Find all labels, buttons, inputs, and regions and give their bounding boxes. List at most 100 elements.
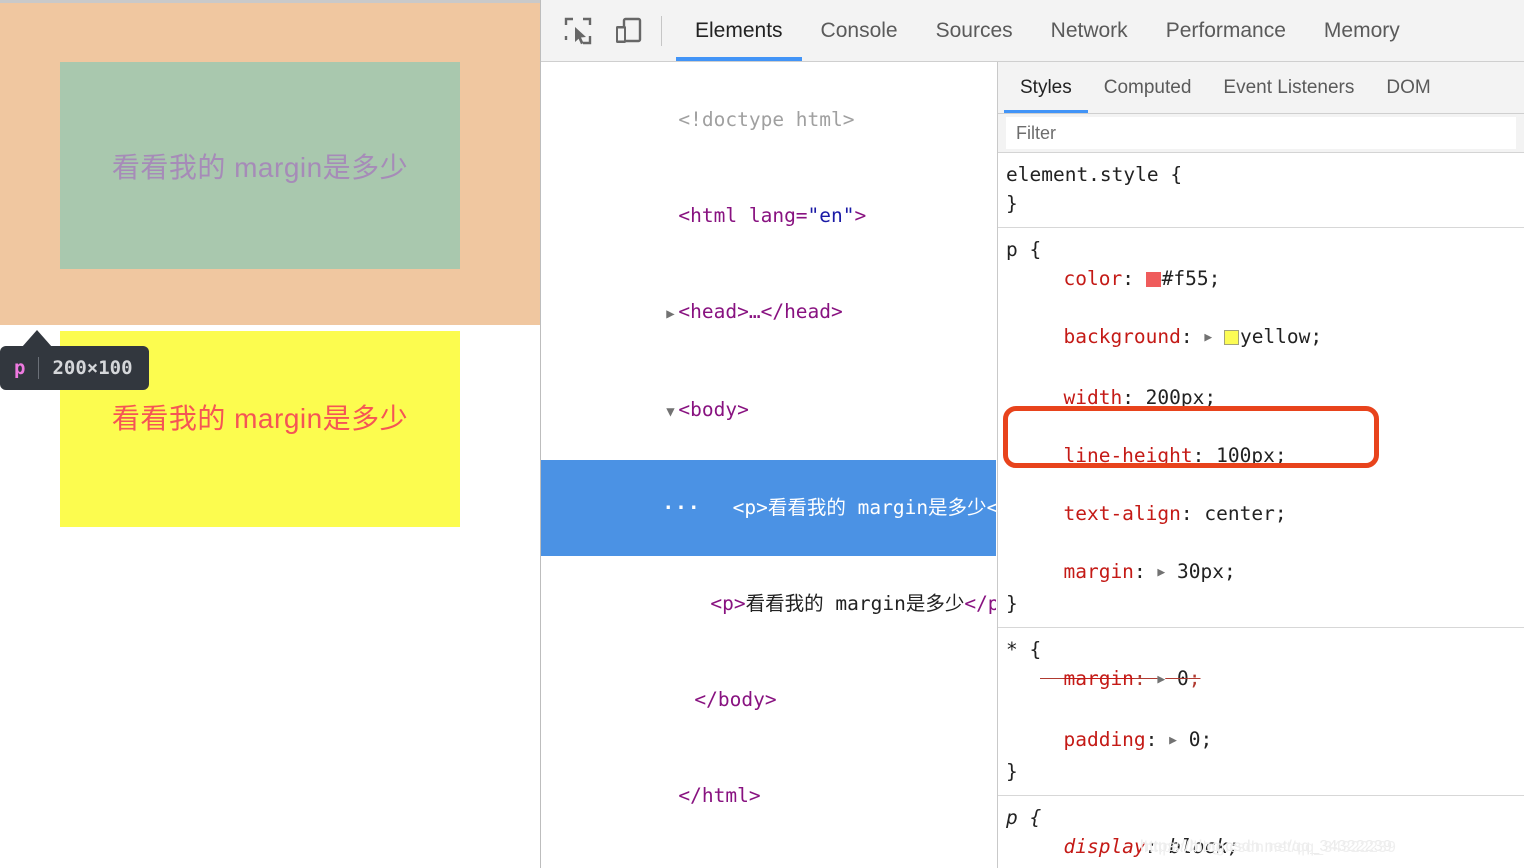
- content-box-highlight-overlay: 看看我的 margin是多少: [60, 62, 460, 269]
- tab-elements[interactable]: Elements: [676, 0, 802, 61]
- watermark: https://blog.csdn.net/qq_34322239 https:…: [1140, 838, 1396, 856]
- tab-elements-label: Elements: [695, 19, 783, 42]
- rule-selector-p-author[interactable]: p: [1006, 238, 1018, 261]
- decl-universal-padding-value[interactable]: 0: [1189, 728, 1201, 751]
- decl-width[interactable]: width: 200px;: [1006, 383, 1524, 412]
- decl-width-prop[interactable]: width: [1063, 386, 1122, 409]
- tab-dom-breakpoints[interactable]: DOM: [1370, 62, 1446, 113]
- decl-background-prop[interactable]: background: [1063, 325, 1180, 348]
- decl-color-value[interactable]: #f55: [1162, 267, 1209, 290]
- tab-dom-label: DOM: [1386, 77, 1431, 98]
- p2-close-tag: </p>: [964, 592, 996, 615]
- tab-performance-label: Performance: [1165, 19, 1286, 42]
- decl-universal-margin-overridden[interactable]: margin: ▶ 0;: [1006, 664, 1524, 696]
- decl-margin[interactable]: margin: ▶ 30px;: [1006, 557, 1524, 589]
- decl-width-value[interactable]: 200px: [1146, 386, 1205, 409]
- decl-text-align-prop[interactable]: text-align: [1063, 502, 1180, 525]
- p1-close-tag: </p>: [986, 496, 996, 519]
- decl-universal-margin-value[interactable]: 0: [1177, 667, 1189, 690]
- dom-line-paragraph-1-selected[interactable]: ··· <p>看看我的 margin是多少</p>: [541, 460, 996, 556]
- tab-network-label: Network: [1050, 19, 1128, 42]
- decl-margin-prop[interactable]: margin: [1063, 560, 1133, 583]
- rule-selector-universal[interactable]: *: [1006, 638, 1018, 661]
- styles-filter-row: [998, 114, 1524, 153]
- color-swatch-f55[interactable]: [1145, 272, 1161, 287]
- devtools-body: <!doctype html> <html lang="en"> ▶ <head>…: [541, 62, 1524, 868]
- watermark-text-ghost: https://blog.csdn.net/qq_34322239: [1144, 839, 1397, 856]
- dom-line-paragraph-2[interactable]: <p>看看我的 margin是多少</p>: [541, 556, 996, 652]
- color-swatch-yellow[interactable]: [1223, 330, 1239, 345]
- dom-line-html-open[interactable]: <html lang="en">: [541, 168, 996, 264]
- rule-selector-p-user-agent[interactable]: p: [1006, 806, 1018, 829]
- expand-universal-margin-triangle-icon[interactable]: ▶: [1157, 665, 1165, 694]
- tab-styles-label: Styles: [1020, 77, 1072, 98]
- dom-tree-pane[interactable]: <!doctype html> <html lang="en"> ▶ <head>…: [541, 62, 996, 868]
- dom-line-body-open[interactable]: ▼ <body>: [541, 362, 996, 460]
- decl-line-height-value[interactable]: 100px: [1216, 444, 1275, 467]
- devtools-toolbar: Elements Console Sources Network Perform…: [541, 0, 1524, 62]
- dom-line-head[interactable]: ▶ <head>…</head>: [541, 264, 996, 362]
- styles-pane: Styles Computed Event Listeners DOM Filt…: [997, 62, 1524, 868]
- html-open-text: <html lang=: [678, 204, 808, 227]
- tab-network[interactable]: Network: [1032, 0, 1147, 61]
- page-viewport: 看看我的 margin是多少 看看我的 margin是多少 p 200×100: [0, 0, 540, 868]
- devtools-screenshot: 看看我的 margin是多少 看看我的 margin是多少 p 200×100: [0, 0, 1524, 868]
- inspector-badge-pointer: [22, 330, 52, 347]
- tab-computed-label: Computed: [1103, 77, 1192, 98]
- expand-triangle-expanded-icon[interactable]: ▼: [662, 396, 678, 428]
- expand-triangle-collapsed-icon[interactable]: ▶: [662, 298, 678, 330]
- tab-console[interactable]: Console: [802, 0, 917, 61]
- tab-event-listeners[interactable]: Event Listeners: [1207, 62, 1370, 113]
- tab-styles[interactable]: Styles: [1004, 62, 1088, 113]
- decl-text-align-value[interactable]: center: [1204, 502, 1274, 525]
- body-open-text: <body>: [678, 398, 749, 421]
- tab-sources-label: Sources: [935, 19, 1013, 42]
- tab-event-listeners-label: Event Listeners: [1223, 77, 1355, 98]
- decl-line-height[interactable]: line-height: 100px;: [1006, 441, 1524, 470]
- device-toolbar-icon[interactable]: [611, 14, 645, 48]
- rule-p-author[interactable]: p { color: #f55; background: ▶ yellow; w…: [998, 228, 1524, 628]
- head-line-text: <head>…</head>: [678, 300, 843, 323]
- toolbar-divider: [661, 15, 662, 46]
- rule-selector-element-style[interactable]: element.style: [1006, 163, 1159, 186]
- expand-universal-padding-triangle-icon[interactable]: ▶: [1169, 726, 1177, 755]
- decl-universal-padding-prop[interactable]: padding: [1063, 728, 1145, 751]
- dom-line-html-close[interactable]: </html>: [541, 748, 996, 844]
- inspect-element-icon[interactable]: [561, 14, 595, 48]
- styles-pane-tabs: Styles Computed Event Listeners DOM: [998, 62, 1524, 114]
- body-close-text: </body>: [694, 688, 777, 711]
- dom-line-doctype[interactable]: <!doctype html>: [541, 72, 996, 168]
- decl-text-align[interactable]: text-align: center;: [1006, 499, 1524, 528]
- badge-dimensions: 200×100: [52, 357, 133, 379]
- p1-open-tag: <p>: [732, 496, 768, 519]
- expand-shorthand-triangle-icon[interactable]: ▶: [1204, 323, 1212, 352]
- tab-sources[interactable]: Sources: [917, 0, 1032, 61]
- decl-line-height-prop[interactable]: line-height: [1063, 444, 1192, 467]
- rule-universal[interactable]: * { margin: ▶ 0; padding: ▶ 0;}: [998, 628, 1524, 796]
- p2-text: 看看我的 margin是多少: [745, 592, 965, 615]
- dom-line-body-close[interactable]: </body>: [541, 652, 996, 748]
- tab-computed[interactable]: Computed: [1088, 62, 1208, 113]
- expand-margin-shorthand-triangle-icon[interactable]: ▶: [1157, 558, 1165, 587]
- decl-margin-value[interactable]: 30px: [1177, 560, 1224, 583]
- badge-divider: [38, 357, 40, 379]
- decl-background[interactable]: background: ▶ yellow;: [1006, 322, 1524, 354]
- tab-console-label: Console: [820, 19, 898, 42]
- styles-filter-input[interactable]: [1006, 117, 1516, 149]
- tab-memory[interactable]: Memory: [1305, 0, 1419, 61]
- html-open-gt: >: [854, 204, 867, 227]
- decl-universal-margin-prop[interactable]: margin: [1063, 667, 1133, 690]
- inspector-element-badge: p 200×100: [0, 346, 149, 390]
- p2-open-tag: <p>: [710, 592, 746, 615]
- tab-performance[interactable]: Performance: [1147, 0, 1305, 61]
- selected-node-badge[interactable]: ···: [662, 496, 700, 519]
- doctype-text: <!doctype html>: [678, 108, 855, 131]
- devtools-panel: Elements Console Sources Network Perform…: [540, 0, 1524, 868]
- decl-universal-padding[interactable]: padding: ▶ 0;: [1006, 725, 1524, 757]
- decl-color-prop[interactable]: color: [1063, 267, 1122, 290]
- decl-ua-display-prop[interactable]: display: [1063, 835, 1145, 858]
- rule-element-style[interactable]: element.style { }: [998, 153, 1524, 228]
- decl-background-value[interactable]: yellow: [1240, 325, 1310, 348]
- decl-color[interactable]: color: #f55;: [1006, 264, 1524, 293]
- rule-p-user-agent[interactable]: p { display: block; margin-block-start: …: [998, 796, 1524, 868]
